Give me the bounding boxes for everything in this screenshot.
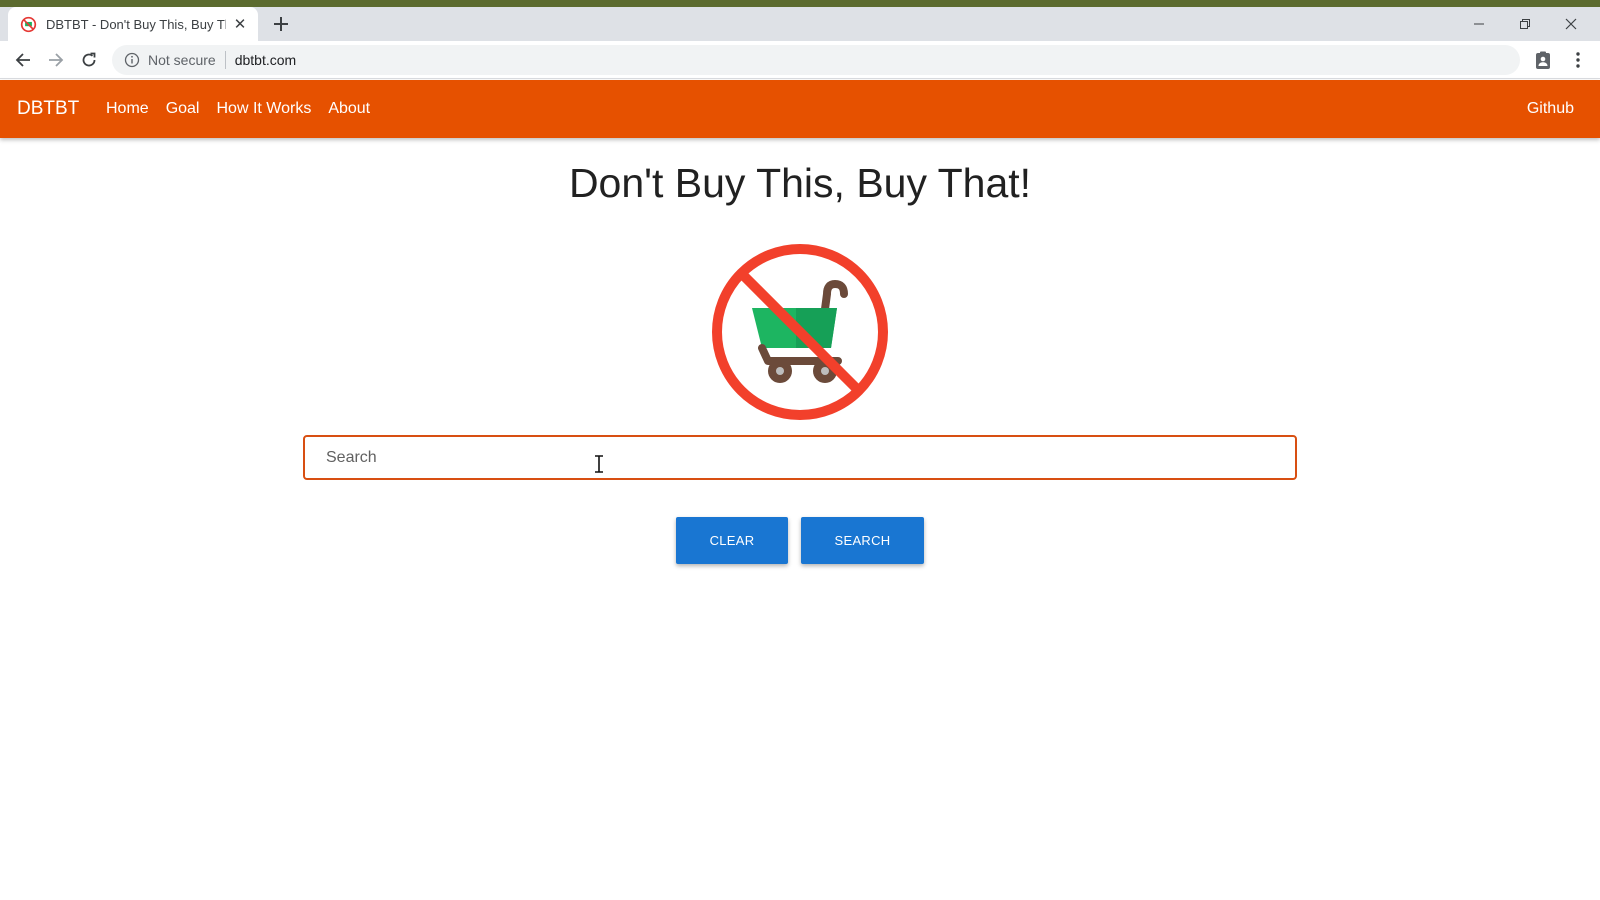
minimize-button[interactable] — [1456, 7, 1502, 41]
info-icon[interactable] — [124, 52, 140, 68]
close-window-button[interactable] — [1548, 7, 1594, 41]
restore-icon — [1520, 19, 1530, 29]
minimize-icon — [1474, 23, 1484, 25]
forward-button[interactable] — [43, 47, 69, 73]
new-tab-button[interactable] — [270, 13, 292, 35]
security-label: Not secure — [148, 52, 216, 68]
forward-arrow-icon — [49, 53, 64, 67]
favicon-icon — [20, 16, 37, 32]
browser-menu-button[interactable] — [1568, 50, 1588, 70]
kebab-menu-icon — [1576, 52, 1580, 68]
browser-toolbar: Not secure dbtbt.com — [0, 41, 1600, 79]
close-icon — [1565, 18, 1577, 30]
search-button[interactable]: SEARCH — [801, 517, 924, 564]
back-arrow-icon — [15, 53, 30, 67]
back-button[interactable] — [10, 47, 36, 73]
browser-tab[interactable]: DBTBT - Don't Buy This, Buy That ✕ — [8, 7, 258, 41]
text-cursor-icon — [595, 455, 603, 473]
tab-title: DBTBT - Don't Buy This, Buy That — [46, 16, 226, 32]
nav-link-how-it-works[interactable]: How It Works — [216, 100, 311, 118]
nav-link-github[interactable]: Github — [1527, 80, 1574, 138]
search-input[interactable] — [326, 448, 1295, 467]
nav-link-home[interactable]: Home — [106, 100, 149, 118]
nav-link-goal[interactable]: Goal — [166, 100, 200, 118]
reload-icon — [82, 52, 96, 67]
omnibox-divider — [224, 51, 226, 69]
tab-close-icon[interactable]: ✕ — [232, 16, 248, 33]
extension-clipboard-icon[interactable] — [1533, 50, 1553, 70]
page-title: Don't Buy This, Buy That! — [568, 160, 1032, 206]
nav-link-about[interactable]: About — [328, 100, 370, 118]
browser-tab-bar: DBTBT - Don't Buy This, Buy That ✕ — [0, 7, 1600, 41]
window-top-strip — [0, 0, 1600, 7]
site-navbar: DBTBT Home Goal How It Works About Githu… — [0, 80, 1600, 138]
nav-links: Home Goal How It Works About — [106, 80, 387, 138]
plus-icon — [274, 17, 288, 31]
url-text[interactable]: dbtbt.com — [235, 52, 296, 68]
reload-button[interactable] — [76, 47, 102, 73]
no-shopping-cart-icon — [712, 244, 888, 420]
search-field[interactable] — [303, 435, 1297, 480]
clear-button[interactable]: CLEAR — [676, 517, 788, 564]
address-bar[interactable]: Not secure dbtbt.com — [112, 45, 1520, 75]
brand-logo-link[interactable]: DBTBT — [17, 80, 79, 138]
restore-button[interactable] — [1502, 7, 1548, 41]
